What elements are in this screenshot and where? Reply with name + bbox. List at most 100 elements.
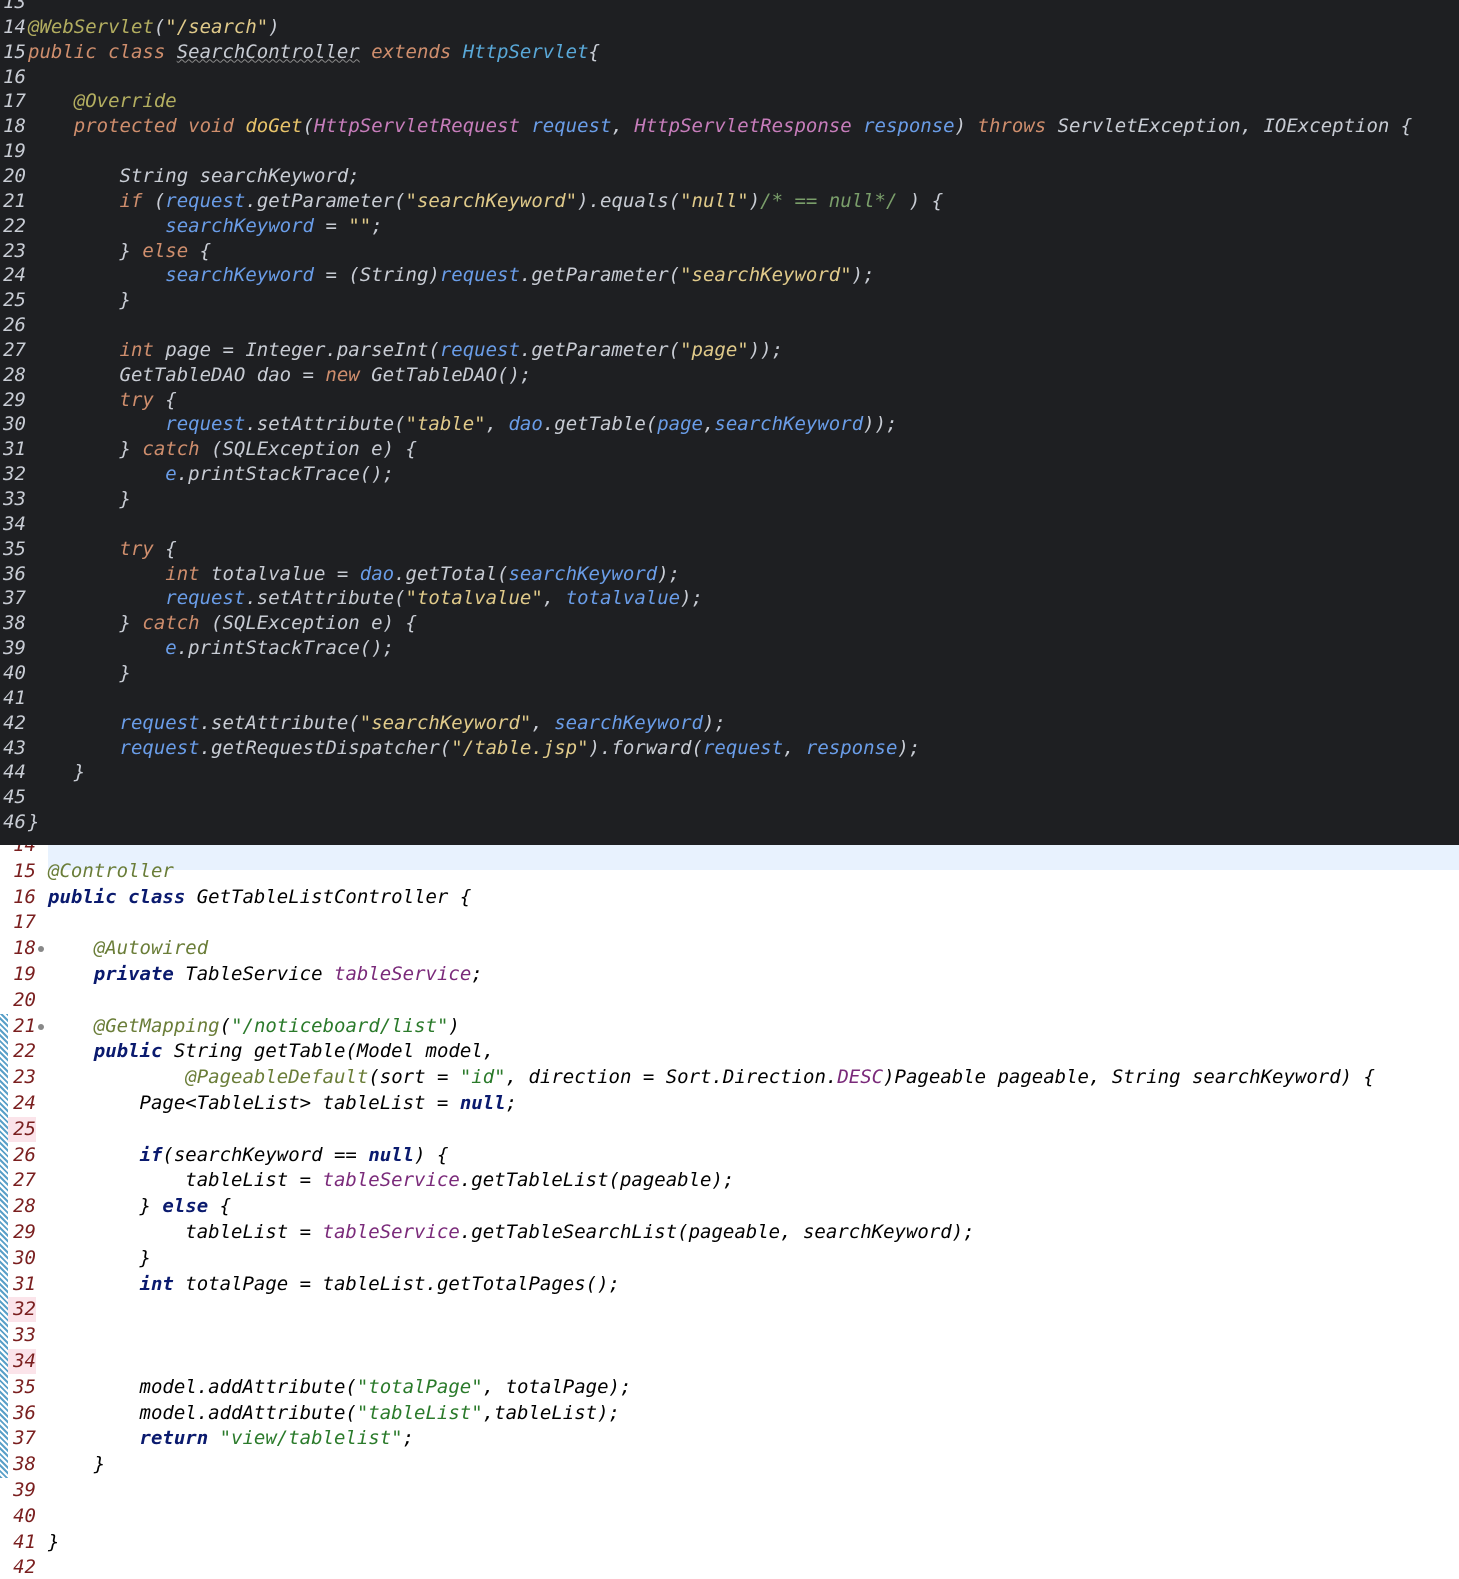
code-line[interactable]: 41} (0, 1530, 1459, 1555)
code-token: page (657, 413, 703, 436)
code-line[interactable]: 38 } (0, 1452, 1459, 1477)
code-line[interactable]: 20 String searchKeyword; (0, 164, 1459, 189)
code-line[interactable]: 22 public String getTable(Model model, (0, 1039, 1459, 1064)
code-line[interactable]: 36 model.addAttribute("tableList",tableL… (0, 1401, 1459, 1426)
code-token: } (28, 661, 131, 684)
code-line[interactable]: 39 (0, 1478, 1459, 1503)
code-token: ) (748, 189, 761, 212)
code-line[interactable]: 43 request.getRequestDispatcher("/table.… (0, 736, 1459, 761)
line-number: 39 (13, 1479, 36, 1501)
line-number: 36 (3, 562, 26, 585)
code-token: tableService (334, 963, 472, 985)
code-token: null (459, 1092, 506, 1114)
code-token: String searchKeyword; (28, 164, 360, 187)
code-line[interactable]: 27 tableList = tableService.getTableList… (0, 1168, 1459, 1193)
code-line[interactable]: 35 try { (0, 537, 1459, 562)
code-token: (SQLException e) { (211, 612, 417, 635)
code-line[interactable]: 18 protected void doGet(HttpServletReque… (0, 114, 1459, 139)
code-line[interactable]: 41 (0, 686, 1459, 711)
code-line[interactable]: 42 (0, 1555, 1459, 1579)
code-token: request (119, 711, 200, 734)
code-text: } (28, 811, 39, 833)
code-line[interactable]: 37 return "view/tablelist"; (0, 1426, 1459, 1451)
code-token: Page<TableList> tableList = (48, 1092, 460, 1114)
code-token: ; (471, 963, 483, 985)
code-line[interactable]: 30 request.setAttribute("table", dao.get… (0, 412, 1459, 437)
code-line[interactable]: 20 (0, 988, 1459, 1013)
code-token: tableService (322, 1169, 460, 1192)
code-token: "searchKeyword" (680, 264, 852, 287)
code-line[interactable]: 31 int totalPage = tableList.getTotalPag… (0, 1272, 1459, 1297)
code-line[interactable]: 27 int page = Integer.parseInt(request.g… (0, 338, 1459, 363)
code-line[interactable]: 38 } catch (SQLException e) { (0, 611, 1459, 636)
code-line[interactable]: 21 @GetMapping("/noticeboard/list") (0, 1014, 1459, 1039)
change-marker-bar[interactable] (0, 1013, 8, 1478)
code-token: .setAttribute( (199, 711, 360, 734)
code-line[interactable]: 36 int totalvalue = dao.getTotal(searchK… (0, 562, 1459, 587)
code-line[interactable]: 17 (0, 910, 1459, 935)
code-line[interactable]: 30 } (0, 1246, 1459, 1271)
code-text: public String getTable(Model model, (48, 1040, 494, 1062)
code-line[interactable]: 21 if (request.getParameter("searchKeywo… (0, 189, 1459, 214)
code-line[interactable]: 40 } (0, 661, 1459, 686)
code-line[interactable]: 32 e.printStackTrace(); (0, 462, 1459, 487)
code-line[interactable]: 15 public class SearchController extends … (0, 40, 1459, 65)
code-line[interactable]: 45 (0, 785, 1459, 810)
code-line[interactable]: 16 (0, 65, 1459, 90)
code-line[interactable]: 19 private TableService tableService; (0, 962, 1459, 987)
code-line[interactable]: 34 (0, 1349, 1459, 1374)
code-line[interactable]: 23 } else { (0, 239, 1459, 264)
code-line[interactable]: 17 @Override (0, 89, 1459, 114)
code-line[interactable]: 26 (0, 313, 1459, 338)
code-token: .getParameter( (519, 264, 681, 287)
code-line[interactable]: 28 GetTableDAO dao = new GetTableDAO(); (0, 363, 1459, 388)
line-number: 34 (3, 512, 26, 535)
code-text: String searchKeyword; (28, 165, 360, 187)
line-number: 45 (3, 786, 26, 809)
code-line[interactable]: 22 searchKeyword = ""; (0, 214, 1459, 239)
gutter-marker-icon[interactable] (38, 1023, 44, 1030)
code-line[interactable]: 32 (0, 1297, 1459, 1323)
code-line[interactable]: 46} (0, 810, 1459, 835)
code-line[interactable]: 33 } (0, 487, 1459, 512)
code-token: ) { (897, 189, 944, 212)
code-line[interactable]: 19 (0, 139, 1459, 164)
code-line[interactable]: 25 (0, 1116, 1459, 1142)
code-line[interactable]: 16 public class GetTableListController { (0, 885, 1459, 910)
code-line[interactable]: 14 (0, 845, 1459, 858)
code-line[interactable]: 33 (0, 1323, 1459, 1348)
code-token: ) (448, 1014, 460, 1037)
code-text: } (48, 1247, 151, 1269)
code-line[interactable]: 24 Page<TableList> tableList = null; (0, 1091, 1459, 1116)
code-line[interactable]: 23 @PageableDefault(sort = "id", directi… (0, 1065, 1459, 1090)
code-line[interactable]: 44 } (0, 760, 1459, 785)
code-token: String getTable(Model model, (173, 1040, 495, 1063)
code-line[interactable]: 14 @WebServlet("/search") (0, 15, 1459, 40)
code-line[interactable]: 40 (0, 1504, 1459, 1529)
code-line[interactable]: 35 model.addAttribute("totalPage", total… (0, 1375, 1459, 1400)
code-token: ) (268, 15, 280, 38)
code-line[interactable]: 34 (0, 512, 1459, 537)
code-text: GetTableDAO dao = new GetTableDAO(); (28, 364, 532, 386)
code-line[interactable]: 29 tableList = tableService.getTableSear… (0, 1220, 1459, 1245)
code-line[interactable]: 31 } catch (SQLException e) { (0, 437, 1459, 462)
code-line[interactable]: 24 searchKeyword = (String)request.getPa… (0, 263, 1459, 288)
code-token: HttpServletRequest (314, 115, 532, 138)
code-line[interactable]: 26 if(searchKeyword == null) { (0, 1143, 1459, 1168)
code-token: else (142, 239, 189, 262)
code-token: } (48, 1530, 60, 1553)
code-line[interactable]: 25 } (0, 288, 1459, 313)
code-token: .getTableSearchList(pageable, searchKeyw… (459, 1221, 975, 1243)
code-line[interactable]: 13 (0, 0, 1459, 15)
code-line[interactable]: 28 } else { (0, 1194, 1459, 1219)
code-line[interactable]: 29 try { (0, 388, 1459, 413)
code-line[interactable]: 37 request.setAttribute("totalvalue", to… (0, 586, 1459, 611)
code-line[interactable]: 18 @Autowired (0, 936, 1459, 961)
light-code-editor[interactable]: 14 15 @Controller 16 public class GetTableLi… (0, 845, 1459, 1579)
dark-code-editor[interactable]: 13 14 @WebServlet("/search") 15 public class… (0, 0, 1459, 845)
code-text: } catch (SQLException e) { (28, 438, 417, 460)
code-line[interactable]: 39 e.printStackTrace(); (0, 636, 1459, 661)
code-line[interactable]: 15 @Controller (0, 859, 1459, 884)
code-line[interactable]: 42 request.setAttribute("searchKeyword",… (0, 711, 1459, 736)
